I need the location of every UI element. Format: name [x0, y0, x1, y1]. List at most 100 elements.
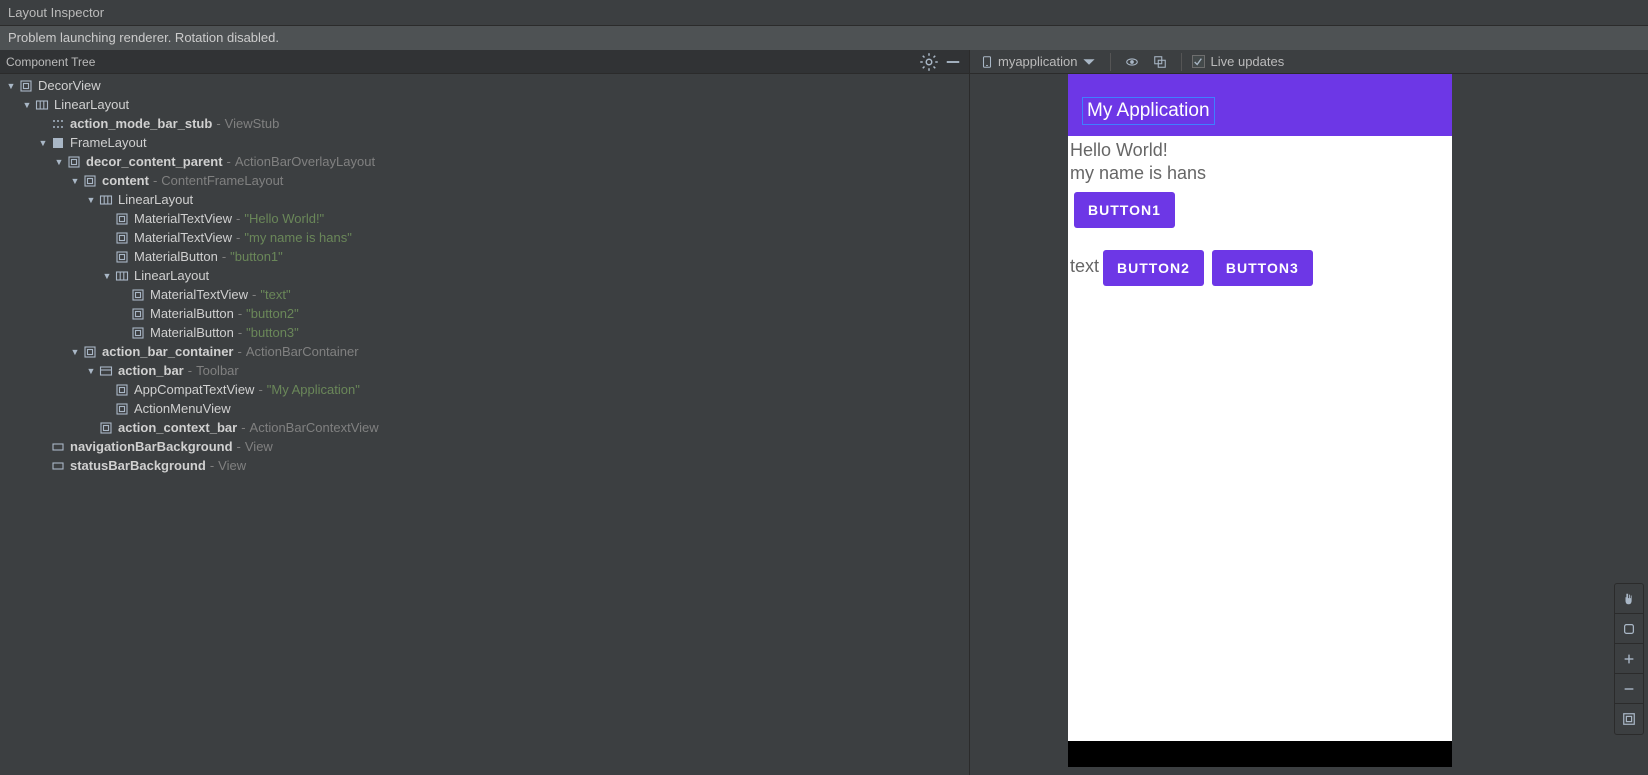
- tree-row[interactable]: MaterialButton-"button3": [0, 323, 969, 342]
- tree-twisty[interactable]: ▼: [36, 138, 50, 148]
- stub-icon: [50, 116, 66, 132]
- tree-twisty[interactable]: ▼: [68, 347, 82, 357]
- frame-icon: [98, 420, 114, 436]
- text-label: text: [1070, 256, 1099, 277]
- frame-icon: [114, 249, 130, 265]
- zoom-in-icon[interactable]: [1615, 644, 1643, 674]
- tree-row[interactable]: MaterialButton-"button1": [0, 247, 969, 266]
- tree-node-name: MaterialButton: [134, 249, 218, 264]
- component-tree-title: Component Tree: [6, 55, 915, 69]
- preview-area[interactable]: My Application Hello World! my name is h…: [970, 74, 1648, 775]
- tree-row[interactable]: ▼ LinearLayout: [0, 190, 969, 209]
- status-message: Problem launching renderer. Rotation dis…: [0, 26, 1648, 50]
- tree-node-name: LinearLayout: [134, 268, 209, 283]
- tree-row[interactable]: navigationBarBackground-View: [0, 437, 969, 456]
- tree-node-name: AppCompatTextView: [134, 382, 254, 397]
- linear-icon: [34, 97, 50, 113]
- minimize-icon[interactable]: [943, 52, 963, 72]
- tree-twisty[interactable]: ▼: [68, 176, 82, 186]
- frame-icon: [18, 78, 34, 94]
- frame-icon: [82, 173, 98, 189]
- tree-row[interactable]: ▼decor_content_parent-ActionBarOverlayLa…: [0, 152, 969, 171]
- tree-node-type: -View: [206, 458, 246, 473]
- tree-row[interactable]: AppCompatTextView-"My Application": [0, 380, 969, 399]
- preview-panel: myapplication Live updates: [970, 50, 1648, 775]
- tree-twisty[interactable]: ▼: [100, 271, 114, 281]
- tree-node-text: -"button2": [234, 306, 299, 321]
- tree-row[interactable]: ▼ FrameLayout: [0, 133, 969, 152]
- zoom-fit-icon[interactable]: [1615, 704, 1643, 734]
- app-content: Hello World! my name is hans BUTTON1 tex…: [1068, 136, 1452, 741]
- tree-row[interactable]: MaterialTextView-"Hello World!": [0, 209, 969, 228]
- tree-row[interactable]: ▼ LinearLayout: [0, 266, 969, 285]
- zoom-out-icon[interactable]: [1615, 674, 1643, 704]
- tree-node-name: ActionMenuView: [134, 401, 231, 416]
- device-statusbar: [1068, 74, 1452, 86]
- tree-node-name: MaterialButton: [150, 306, 234, 321]
- tree-row[interactable]: ▼action_bar_container-ActionBarContainer: [0, 342, 969, 361]
- linear-icon: [98, 192, 114, 208]
- tree-node-name: MaterialTextView: [134, 211, 232, 226]
- toolbar-icon: [98, 363, 114, 379]
- tree-row[interactable]: MaterialTextView-"text": [0, 285, 969, 304]
- tree-row[interactable]: action_mode_bar_stub-ViewStub: [0, 114, 969, 133]
- tree-row[interactable]: ▼LinearLayout: [0, 95, 969, 114]
- tree-row[interactable]: ActionMenuView: [0, 399, 969, 418]
- frame-icon: [66, 154, 82, 170]
- app-actionbar: My Application: [1068, 86, 1452, 136]
- tree-row[interactable]: ▼content-ContentFrameLayout: [0, 171, 969, 190]
- tree-node-type: -ViewStub: [212, 116, 279, 131]
- mode-icon[interactable]: [1615, 614, 1643, 644]
- rect-icon: [50, 458, 66, 474]
- frame-icon: [114, 230, 130, 246]
- tree-node-name: navigationBarBackground: [70, 439, 233, 454]
- frame-icon: [114, 401, 130, 417]
- tree-twisty[interactable]: ▼: [84, 366, 98, 376]
- tree-node-name: statusBarBackground: [70, 458, 206, 473]
- preview-toolbar: myapplication Live updates: [970, 50, 1648, 74]
- tree-node-name: MaterialTextView: [134, 230, 232, 245]
- zoom-tools: [1614, 583, 1644, 735]
- layer-toggle-icon[interactable]: [1121, 52, 1143, 72]
- device-navbar: [1068, 741, 1452, 767]
- frame-solid-icon: [50, 135, 66, 151]
- check-icon: [1193, 57, 1203, 67]
- tree-node-text: -"button3": [234, 325, 299, 340]
- tree-node-type: -View: [233, 439, 273, 454]
- tree-node-name: MaterialTextView: [150, 287, 248, 302]
- tree-node-name: LinearLayout: [118, 192, 193, 207]
- tree-row[interactable]: statusBarBackground-View: [0, 456, 969, 475]
- tree-node-name: action_bar_container: [102, 344, 234, 359]
- tree-node-name: action_mode_bar_stub: [70, 116, 212, 131]
- tree-node-name: MaterialButton: [150, 325, 234, 340]
- tree-node-name: action_context_bar: [118, 420, 237, 435]
- overlay-icon[interactable]: [1149, 52, 1171, 72]
- button3[interactable]: BUTTON3: [1212, 250, 1313, 286]
- tree-row[interactable]: MaterialButton-"button2": [0, 304, 969, 323]
- frame-icon: [130, 287, 146, 303]
- button1[interactable]: BUTTON1: [1074, 192, 1175, 228]
- tree-row[interactable]: ▼ DecorView: [0, 76, 969, 95]
- gear-icon[interactable]: [919, 52, 939, 72]
- window-title: Layout Inspector: [0, 0, 1648, 26]
- tree-node-name: decor_content_parent: [86, 154, 223, 169]
- process-selector[interactable]: myapplication: [976, 52, 1100, 72]
- tree-twisty[interactable]: ▼: [52, 157, 66, 167]
- tree-row[interactable]: action_context_bar-ActionBarContextView: [0, 418, 969, 437]
- live-updates-checkbox[interactable]: Live updates: [1192, 54, 1285, 69]
- tree-node-type: -ContentFrameLayout: [149, 173, 283, 188]
- button2[interactable]: BUTTON2: [1103, 250, 1204, 286]
- component-tree-header: Component Tree: [0, 50, 969, 74]
- tree-node-name: DecorView: [38, 78, 101, 93]
- linear-icon: [114, 268, 130, 284]
- tree-twisty[interactable]: ▼: [4, 81, 18, 91]
- tree-twisty[interactable]: ▼: [20, 100, 34, 110]
- tree-row[interactable]: MaterialTextView-"my name is hans": [0, 228, 969, 247]
- pan-icon[interactable]: [1615, 584, 1643, 614]
- tree-twisty[interactable]: ▼: [84, 195, 98, 205]
- tree-node-type: -Toolbar: [184, 363, 239, 378]
- tree-row[interactable]: ▼action_bar-Toolbar: [0, 361, 969, 380]
- app-title[interactable]: My Application: [1082, 97, 1215, 125]
- tree-node-name: FrameLayout: [70, 135, 147, 150]
- component-tree[interactable]: ▼DecorView▼LinearLayoutaction_mode_bar_s…: [0, 74, 969, 775]
